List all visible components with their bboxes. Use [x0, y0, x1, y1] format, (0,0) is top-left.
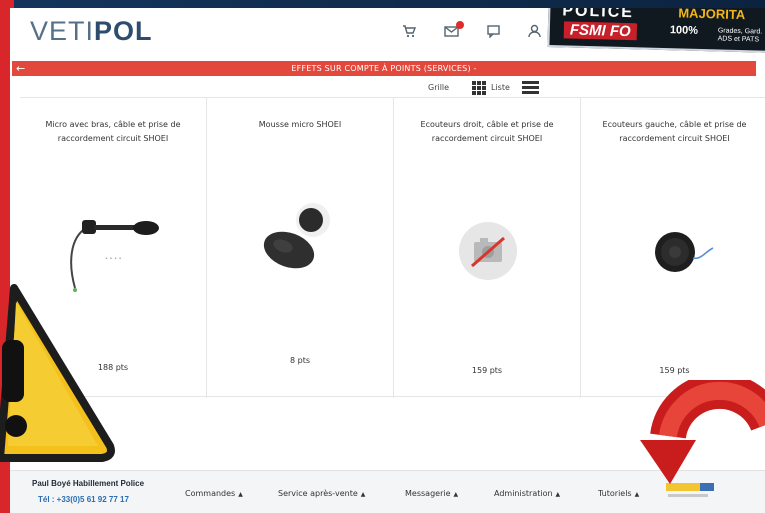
product-card[interactable]: Ecouteurs droit, câble et prise de racco…: [394, 98, 581, 398]
caret-up-icon: ▲: [555, 491, 561, 498]
svg-text:• • • •: • • • •: [105, 256, 122, 262]
vetipol-logo[interactable]: VETIPOL: [30, 16, 153, 47]
menu-label: Administration: [494, 489, 553, 498]
chat-icon[interactable]: [487, 24, 500, 42]
menu-label: Commandes: [185, 489, 236, 498]
menu-administration[interactable]: Administration ▲: [494, 489, 560, 498]
no-image-placeholder[interactable]: [394, 198, 581, 308]
product-name[interactable]: Ecouteurs gauche, câble et prise de racc…: [595, 118, 754, 146]
police-badge-sticker: POLICE MAJORITA FSMI FO 100% Grades, Gar…: [547, 8, 765, 54]
grid-view-label[interactable]: Grille: [428, 80, 449, 96]
product-name[interactable]: Mousse micro SHOEI: [221, 118, 379, 132]
grid-view-icon[interactable]: [472, 81, 486, 95]
page-title: EFFETS SUR COMPTE À POINTS (SERVICES) -: [291, 64, 477, 73]
logo-bold-text: POL: [94, 16, 153, 46]
menu-messagerie[interactable]: Messagerie ▲: [405, 489, 458, 498]
caret-up-icon: ▲: [634, 491, 640, 498]
product-points: 8 pts: [289, 356, 310, 365]
badge-majorita-text: MAJORITA: [678, 8, 746, 23]
menu-service-apres-vente[interactable]: Service après-vente ▲: [278, 489, 365, 498]
product-card[interactable]: Ecouteurs gauche, câble et prise de racc…: [581, 98, 765, 398]
notification-badge: [456, 21, 464, 29]
product-points: 159 pts: [471, 366, 503, 375]
badge-grades-text: Grades, Gard. ADS et PATS: [717, 27, 763, 44]
page-title-bar: ← EFFETS SUR COMPTE À POINTS (SERVICES) …: [12, 61, 756, 76]
logo-light-text: VETI: [30, 16, 95, 46]
product-name[interactable]: Ecouteurs droit, câble et prise de racco…: [408, 118, 566, 146]
caret-up-icon: ▲: [360, 491, 366, 498]
product-points: 159 pts: [659, 366, 690, 375]
caret-up-icon: ▲: [238, 491, 243, 498]
badge-police-text: POLICE: [562, 8, 635, 22]
foam-covers-image[interactable]: [207, 198, 394, 308]
product-name[interactable]: Micro avec bras, câble et prise de racco…: [34, 118, 192, 146]
menu-label: Service après-vente: [278, 489, 358, 498]
warning-icon: [0, 280, 116, 470]
phone-number[interactable]: Tél : +33(0)5 61 92 77 17: [38, 495, 129, 504]
badge-percent-text: 100%: [669, 24, 699, 37]
product-grid: Micro avec bras, câble et prise de racco…: [20, 97, 765, 398]
earphone-image[interactable]: [581, 198, 765, 308]
company-name: Paul Boyé Habillement Police: [32, 479, 145, 488]
refresh-arrow-icon: [640, 372, 765, 513]
caret-up-icon: ▲: [453, 491, 459, 498]
menu-commandes[interactable]: Commandes ▲: [185, 489, 243, 498]
product-card[interactable]: Mousse micro SHOEI 8 pts: [207, 98, 394, 398]
badge-union-text: FSMI FO: [563, 21, 637, 41]
user-icon[interactable]: [528, 24, 541, 42]
menu-tutoriels[interactable]: Tutoriels ▲: [598, 489, 639, 498]
list-view-label[interactable]: Liste: [491, 80, 510, 96]
menu-label: Tutoriels: [598, 489, 632, 498]
list-view-icon[interactable]: [522, 81, 539, 95]
menu-label: Messagerie: [405, 489, 451, 498]
cart-icon[interactable]: [402, 24, 417, 42]
